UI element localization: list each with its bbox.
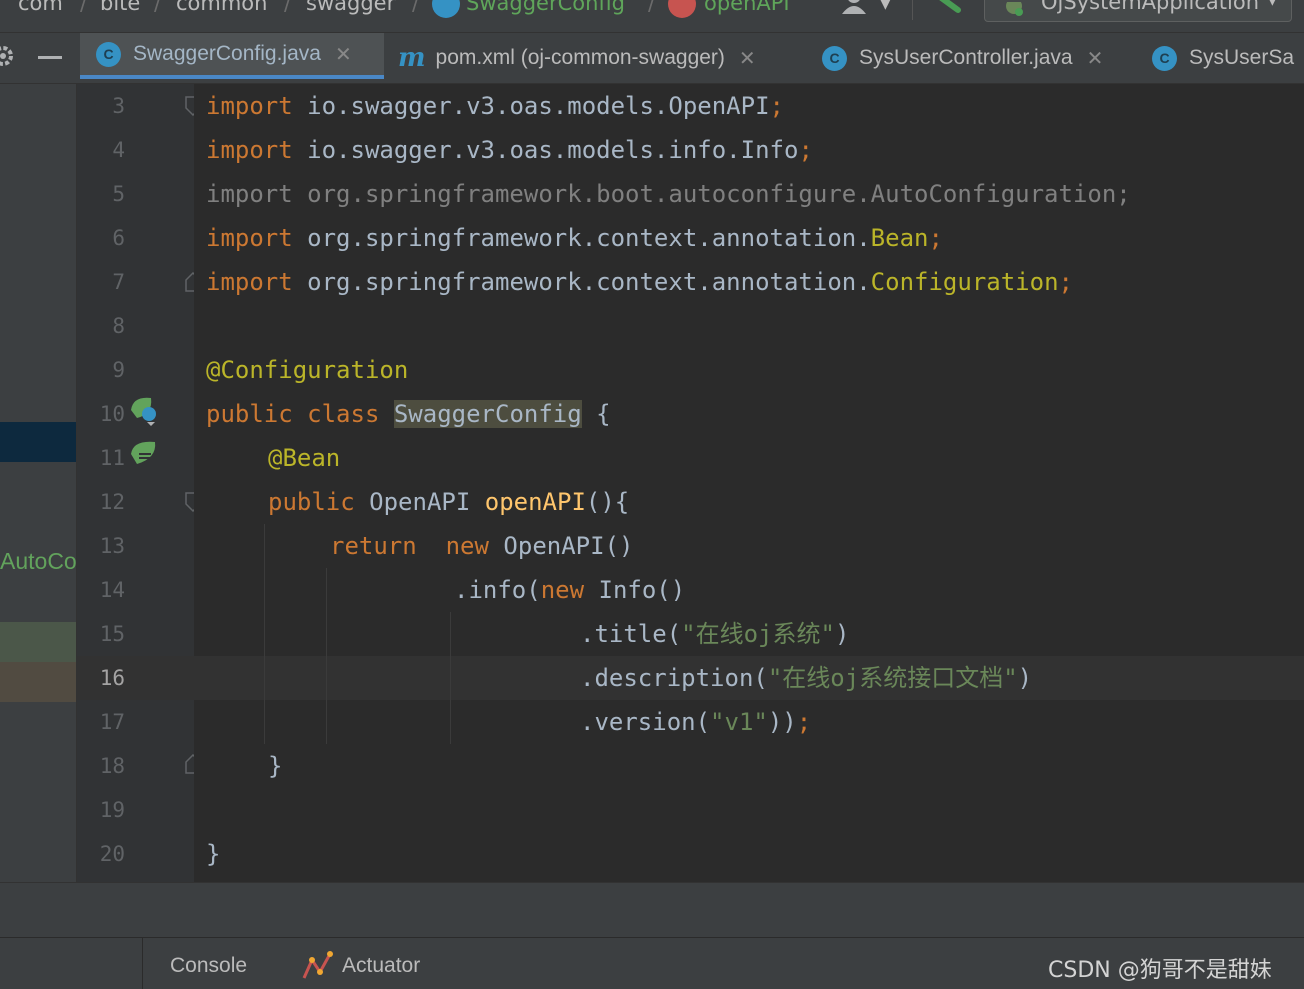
tool-window-bar: Console Actuator CSDN @狗哥不是甜妹 [0, 937, 1304, 989]
code-line-17: .version("v1")); [580, 708, 812, 736]
line-number: 3 [112, 94, 125, 118]
editor-tab-bar: C SwaggerConfig.java ✕ m pom.xml (oj-com… [0, 33, 1304, 84]
close-icon[interactable]: ✕ [335, 42, 352, 67]
class-icon: C [822, 45, 847, 71]
breadcrumb-item-bite[interactable]: bite [100, 0, 140, 15]
editor-gutter: 3 4 5 6 7 8 9 10 11 12 13 14 15 16 17 18… [77, 84, 243, 882]
tab-sysusersa[interactable]: C SysUserSa [1152, 33, 1294, 83]
line-number: 4 [112, 138, 125, 162]
spring-bean-icon[interactable] [129, 440, 161, 468]
line-number-current: 16 [99, 666, 125, 690]
breadcrumb-item-common[interactable]: common [176, 0, 267, 15]
breadcrumb-item-openapi[interactable]: openAPI [704, 0, 790, 15]
breadcrumb-bar: com / bite / common / swagger / SwaggerC… [0, 0, 1304, 33]
tab-label: pom.xml (oj-common-swagger) [435, 46, 725, 69]
indent-guide [264, 524, 265, 744]
line-number: 20 [99, 842, 125, 866]
code-line-16: .description("在线oj系统接口文档") [580, 664, 1033, 692]
class-icon [432, 0, 460, 18]
code-editor[interactable]: import io.swagger.v3.oas.models.OpenAPI;… [194, 84, 1304, 882]
breadcrumb-separator: / [154, 0, 162, 15]
line-number: 6 [112, 226, 125, 250]
tab-sysusercontroller[interactable]: C SysUserController.java ✕ [822, 33, 1103, 83]
toolbar-divider [912, 0, 913, 20]
project-panel-fragment: AutoCo [0, 84, 77, 882]
run-config-select[interactable]: OjSystemApplication ▼ [984, 0, 1292, 22]
spring-boot-icon [1003, 0, 1025, 16]
code-line-18: } [268, 752, 283, 780]
line-number: 12 [99, 490, 125, 514]
code-line-20: } [206, 840, 221, 868]
tab-label: SysUserController.java [859, 46, 1073, 69]
code-line-10: public class SwaggerConfig { [206, 400, 611, 428]
code-line-3: import io.swagger.v3.oas.models.OpenAPI; [206, 92, 784, 120]
breadcrumb-separator: / [80, 0, 88, 15]
line-number: 14 [99, 578, 125, 602]
user-icon[interactable] [842, 0, 872, 14]
gear-icon[interactable] [0, 45, 14, 67]
code-line-5: import org.springframework.boot.autoconf… [206, 180, 1131, 208]
line-number: 13 [99, 534, 125, 558]
code-line-13: return new OpenAPI() [330, 532, 634, 560]
breadcrumb-separator: / [648, 0, 656, 15]
close-icon[interactable]: ✕ [1087, 46, 1104, 71]
class-icon: C [1152, 45, 1177, 71]
selected-tree-row[interactable] [0, 422, 76, 462]
breadcrumb-item-swagger[interactable]: swagger [306, 0, 395, 15]
actuator-icon[interactable] [302, 950, 334, 980]
console-tab[interactable]: Console [170, 954, 247, 978]
line-number: 17 [99, 710, 125, 734]
breadcrumb-item-swaggerconfig[interactable]: SwaggerConfig [466, 0, 625, 15]
tree-item-label[interactable]: AutoCo [0, 548, 76, 575]
tree-row-highlight [0, 622, 76, 662]
breadcrumb-item-com[interactable]: com [18, 0, 63, 15]
code-line-6: import org.springframework.context.annot… [206, 224, 943, 252]
toolbar-divider [142, 938, 143, 989]
code-line-12: public OpenAPI openAPI(){ [268, 488, 630, 516]
breadcrumb-separator: / [412, 0, 420, 15]
line-number: 18 [99, 754, 125, 778]
code-line-9: @Configuration [206, 356, 409, 384]
class-icon: C [96, 41, 121, 67]
tab-swaggerconfig[interactable]: C SwaggerConfig.java ✕ [80, 33, 384, 79]
chevron-down-icon[interactable]: ▼ [880, 0, 891, 12]
code-line-11: @Bean [268, 444, 341, 472]
chevron-down-icon: ▼ [1267, 0, 1278, 8]
indent-guide [450, 612, 451, 744]
close-icon[interactable]: ✕ [739, 46, 756, 71]
tab-pom-xml[interactable]: m pom.xml (oj-common-swagger) ✕ [398, 33, 756, 83]
method-icon [668, 0, 696, 18]
tab-label: SwaggerConfig.java [133, 42, 321, 65]
line-number: 5 [112, 182, 125, 206]
line-number: 15 [99, 622, 125, 646]
code-line-14: .info(new Info() [454, 576, 686, 604]
bottom-panel-area [0, 882, 1304, 938]
line-number: 19 [99, 798, 125, 822]
tree-row-highlight [0, 662, 76, 702]
minimize-icon[interactable] [38, 56, 62, 59]
code-line-7: import org.springframework.context.annot… [206, 268, 1073, 296]
line-number: 9 [112, 358, 125, 382]
hammer-icon[interactable] [930, 0, 964, 16]
indent-guide [326, 568, 327, 744]
maven-icon: m [398, 43, 426, 73]
breadcrumb-separator: / [284, 0, 292, 15]
run-config-label: OjSystemApplication [1041, 0, 1260, 14]
watermark: CSDN @狗哥不是甜妹 [1048, 958, 1272, 983]
line-number: 8 [112, 314, 125, 338]
code-line-15: .title("在线oj系统") [580, 620, 850, 648]
spring-bean-icon[interactable] [129, 396, 161, 426]
line-number: 10 [99, 402, 125, 426]
line-number: 11 [99, 446, 125, 470]
tab-label: SysUserSa [1189, 46, 1295, 69]
actuator-tab[interactable]: Actuator [342, 954, 420, 978]
line-number: 7 [112, 270, 125, 294]
code-line-4: import io.swagger.v3.oas.models.info.Inf… [206, 136, 813, 164]
